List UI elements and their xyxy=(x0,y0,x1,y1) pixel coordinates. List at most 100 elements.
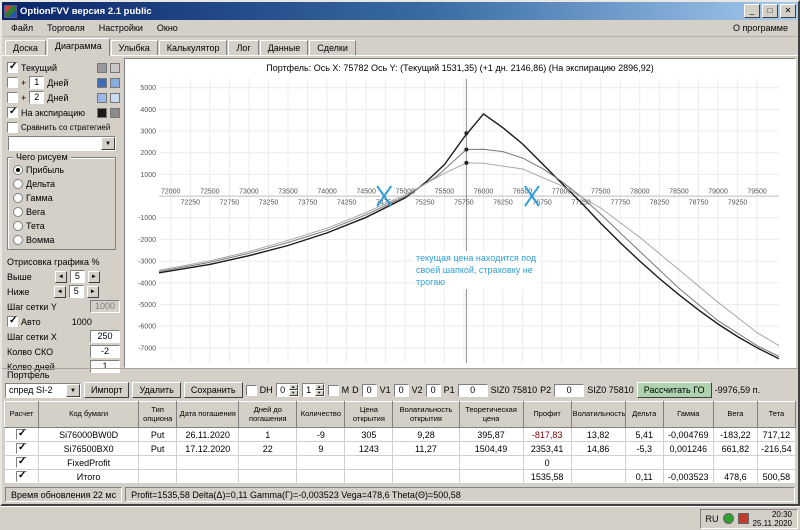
m-checkbox[interactable] xyxy=(327,384,339,396)
radio-icon[interactable] xyxy=(13,207,23,217)
d-field[interactable]: 0 xyxy=(361,383,377,397)
row-checkbox[interactable] xyxy=(16,457,28,468)
column-header[interactable]: Тип опциона xyxy=(138,401,178,428)
plus1-checkbox[interactable] xyxy=(7,77,18,88)
above-decrease-button[interactable]: ◄ xyxy=(54,270,67,283)
column-header[interactable]: Вега xyxy=(712,401,758,428)
menu-window[interactable]: Окно xyxy=(150,21,185,35)
expiration-checkbox[interactable] xyxy=(7,106,18,118)
column-header[interactable]: Цена открытия xyxy=(344,401,394,428)
expiration-color-swatch-1[interactable] xyxy=(97,107,107,118)
radio-icon[interactable] xyxy=(13,179,23,189)
chevron-down-icon[interactable]: ▼ xyxy=(101,137,115,150)
svg-text:79500: 79500 xyxy=(747,189,767,196)
tab-smile[interactable]: Улыбка xyxy=(110,40,158,55)
close-button[interactable]: ✕ xyxy=(780,4,796,18)
menu-file[interactable]: Файл xyxy=(4,21,40,35)
column-header[interactable]: Теоретическая цена xyxy=(458,401,524,428)
draw-group-title: Чего рисуем xyxy=(13,152,71,162)
expiration-color-swatch-2[interactable] xyxy=(110,107,120,118)
draw-option-delta[interactable]: Дельта xyxy=(13,177,113,191)
menu-settings[interactable]: Настройки xyxy=(92,21,150,35)
column-header[interactable]: Дата погашения xyxy=(176,401,240,428)
current-color-swatch-1[interactable] xyxy=(97,62,107,73)
plus2-color-swatch-1[interactable] xyxy=(97,92,107,103)
v2-field[interactable]: 0 xyxy=(425,383,441,397)
p1-field[interactable]: 0 xyxy=(457,383,488,397)
chevron-down-icon[interactable]: ▼ xyxy=(66,383,80,397)
column-header[interactable]: Профит xyxy=(522,401,572,428)
grid-y-field[interactable]: 1000 xyxy=(90,300,120,313)
tab-board[interactable]: Доска xyxy=(5,40,46,55)
compare-checkbox[interactable] xyxy=(7,122,18,133)
plus2-color-swatch-2[interactable] xyxy=(110,92,120,103)
row-checkbox[interactable] xyxy=(16,443,28,454)
menu-trading[interactable]: Торговля xyxy=(40,21,92,35)
table-cell: 5,41 xyxy=(624,427,664,442)
import-button[interactable]: Импорт xyxy=(84,382,130,398)
save-button[interactable]: Сохранить xyxy=(183,382,243,398)
tray-clock[interactable]: 20:30 25.11.2020 xyxy=(753,510,792,528)
plus1-color-swatch-1[interactable] xyxy=(97,77,107,88)
sko-field[interactable]: -2 xyxy=(90,345,120,358)
column-header[interactable]: Количество xyxy=(296,401,346,428)
above-value-field[interactable]: 5 xyxy=(69,270,85,283)
preset-dropdown[interactable]: спред SI-2 ▼ xyxy=(5,382,81,398)
draw-option-gamma[interactable]: Гамма xyxy=(13,191,113,205)
column-header[interactable]: Расчет xyxy=(3,401,40,428)
tabstrip: Доска Диаграмма Улыбка Калькулятор Лог Д… xyxy=(2,37,798,56)
draw-option-theta[interactable]: Тета xyxy=(13,219,113,233)
column-header[interactable]: Дней до погашения xyxy=(238,401,298,428)
row-checkbox[interactable] xyxy=(16,471,28,482)
below-decrease-button[interactable]: ◄ xyxy=(53,285,66,298)
spinner-arrows-icon[interactable]: ▲ ▼ xyxy=(314,384,324,396)
tab-log[interactable]: Лог xyxy=(228,40,259,55)
tab-calculator[interactable]: Калькулятор xyxy=(158,40,228,55)
column-header[interactable]: Волатильность xyxy=(570,401,626,428)
column-header[interactable]: Дельта xyxy=(624,401,664,428)
auto-checkbox[interactable] xyxy=(7,315,18,327)
plus2-days-field[interactable]: 2 xyxy=(29,91,45,104)
draw-option-vega[interactable]: Вега xyxy=(13,205,113,219)
dh-checkbox[interactable] xyxy=(245,384,257,396)
plus1-days-field[interactable]: 1 xyxy=(29,76,45,89)
column-header[interactable]: Код бумаги xyxy=(38,401,140,428)
calc-go-button[interactable]: Рассчитать ГО xyxy=(636,382,712,398)
spinner-arrows-icon[interactable]: ▲ ▼ xyxy=(288,384,298,396)
tray-app-icon-red[interactable] xyxy=(737,513,749,524)
tab-deals[interactable]: Сделки xyxy=(309,40,356,55)
plus2-checkbox[interactable] xyxy=(7,92,18,103)
minimize-button[interactable]: _ xyxy=(744,4,760,18)
radio-icon[interactable] xyxy=(13,221,23,231)
dh-spinner-2[interactable]: 1 ▲ ▼ xyxy=(301,383,325,397)
grid-x-field[interactable]: 250 xyxy=(90,330,120,343)
tab-diagram[interactable]: Диаграмма xyxy=(46,38,110,56)
column-header[interactable]: Тета xyxy=(756,401,797,428)
draw-option-profit[interactable]: Прибыль xyxy=(13,163,113,177)
below-value-field[interactable]: 5 xyxy=(68,285,84,298)
radio-icon[interactable] xyxy=(13,193,23,203)
current-checkbox[interactable] xyxy=(7,61,18,73)
dh-spinner-1[interactable]: 0 ▲ ▼ xyxy=(275,383,299,397)
column-header[interactable]: Волатильность открытия xyxy=(392,401,460,428)
p2-field[interactable]: 0 xyxy=(554,383,585,397)
v1-field[interactable]: 0 xyxy=(393,383,409,397)
above-increase-button[interactable]: ► xyxy=(87,270,100,283)
draw-group: Чего рисуем Прибыль Дельта Гамма Вега Те… xyxy=(7,152,116,250)
compare-strategy-dropdown[interactable]: ▼ xyxy=(8,136,116,151)
below-increase-button[interactable]: ► xyxy=(86,285,99,298)
plus1-days-label: Дней xyxy=(47,77,69,88)
tab-data[interactable]: Данные xyxy=(259,40,309,55)
language-indicator[interactable]: RU xyxy=(706,514,719,524)
tray-app-icon-green[interactable] xyxy=(722,513,734,524)
maximize-button[interactable]: □ xyxy=(762,4,778,18)
current-color-swatch-2[interactable] xyxy=(110,62,120,73)
plus1-color-swatch-2[interactable] xyxy=(110,77,120,88)
delete-button[interactable]: Удалить xyxy=(132,382,181,398)
radio-icon[interactable] xyxy=(13,235,23,245)
draw-option-vomma[interactable]: Вомма xyxy=(13,233,113,247)
column-header[interactable]: Гамма xyxy=(662,401,714,428)
row-checkbox[interactable] xyxy=(16,429,28,440)
menu-about[interactable]: О программе xyxy=(725,21,796,35)
radio-icon[interactable] xyxy=(13,165,23,175)
